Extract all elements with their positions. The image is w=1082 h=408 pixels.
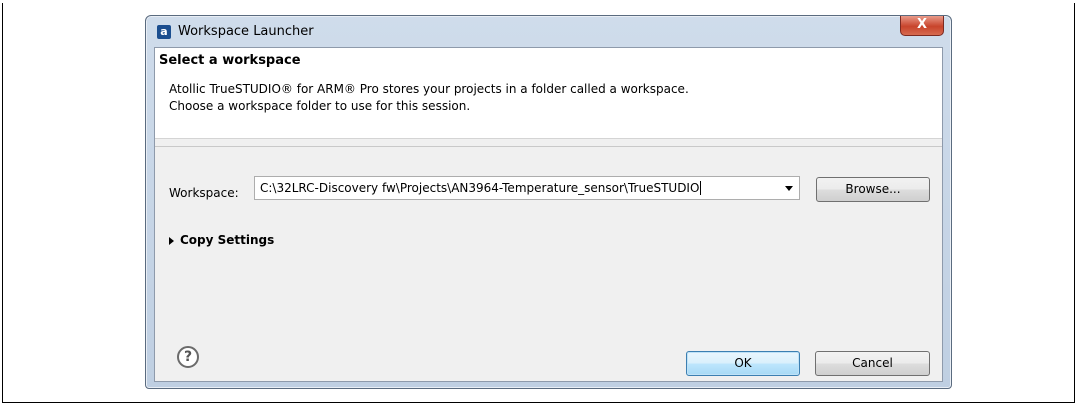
title-bar[interactable]: a Workspace Launcher X <box>146 16 951 48</box>
workspace-label: Workspace: <box>169 186 239 200</box>
banner-title: Select a workspace <box>159 53 301 68</box>
cancel-button[interactable]: Cancel <box>815 351 930 376</box>
close-button[interactable]: X <box>900 16 944 36</box>
chevron-down-icon[interactable] <box>785 186 793 191</box>
copy-settings-label: Copy Settings <box>180 233 275 247</box>
copy-settings-toggle[interactable]: Copy Settings <box>169 233 274 247</box>
browse-button[interactable]: Browse... <box>816 177 930 202</box>
header-banner: Select a workspace Atollic TrueSTUDIO® f… <box>155 48 942 139</box>
ok-button[interactable]: OK <box>686 351 800 376</box>
banner-description: Atollic TrueSTUDIO® for ARM® Pro stores … <box>169 81 689 115</box>
figure-caption-cutoff <box>3 0 1074 8</box>
window-title: Workspace Launcher <box>178 24 314 39</box>
dialog-body: Select a workspace Atollic TrueSTUDIO® f… <box>154 47 943 382</box>
banner-desc-line1: Atollic TrueSTUDIO® for ARM® Pro stores … <box>169 82 689 96</box>
triangle-right-icon[interactable] <box>169 236 174 245</box>
workspace-path-input[interactable]: C:\32LRC-Discovery fw\Projects\AN3964-Te… <box>260 181 702 195</box>
help-icon[interactable]: ? <box>177 346 199 368</box>
banner-desc-line2: Choose a workspace folder to use for thi… <box>169 99 471 113</box>
workspace-combo[interactable]: C:\32LRC-Discovery fw\Projects\AN3964-Te… <box>254 176 800 200</box>
atollic-app-icon: a <box>157 25 171 39</box>
workspace-launcher-dialog: a Workspace Launcher X Select a workspac… <box>145 15 952 389</box>
close-icon: X <box>916 17 928 32</box>
separator <box>155 146 942 147</box>
